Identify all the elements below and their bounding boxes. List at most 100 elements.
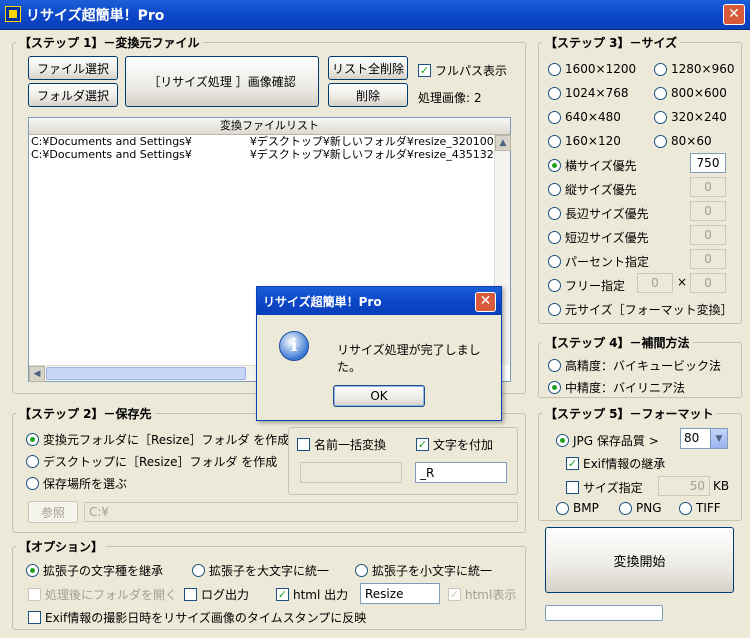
free-width-input[interactable]: 0 xyxy=(637,273,673,293)
save-source-radio[interactable]: 変換元フォルダに［Resize］フォルダ を作成 xyxy=(26,431,289,448)
confirm-images-button[interactable]: ［リサイズ処理 ］画像確認 xyxy=(125,56,319,107)
long-side-radio[interactable]: 長辺サイズ優先 xyxy=(548,205,649,222)
fullpath-checkbox[interactable]: ✓ フルパス表示 xyxy=(418,62,507,79)
chevron-down-icon[interactable]: ▼ xyxy=(710,429,727,448)
rename-checkbox[interactable]: 名前一括変換 xyxy=(297,436,386,453)
list-item[interactable]: C:¥Documents and Settings¥ ¥デスクトップ¥新しいフォル… xyxy=(29,135,510,148)
width-priority-radio[interactable]: 横サイズ優先 xyxy=(548,157,637,174)
preset-640-radio[interactable]: 640×480 xyxy=(548,110,621,124)
bicubic-radio[interactable]: 高精度：バイキュービック法 xyxy=(548,357,721,374)
dialog-ok-button[interactable]: OK xyxy=(333,385,425,407)
radio-icon xyxy=(654,110,667,124)
bmp-radio[interactable]: BMP xyxy=(556,501,599,515)
quality-select[interactable]: 80 ▼ xyxy=(680,428,728,449)
close-button[interactable]: ✕ xyxy=(723,4,745,25)
folder-select-button[interactable]: フォルダ選択 xyxy=(28,83,118,107)
list-item[interactable]: C:¥Documents and Settings¥ ¥デスクトップ¥新しいフォル… xyxy=(29,148,510,161)
radio-icon xyxy=(548,381,561,394)
lower-ext-radio[interactable]: 拡張子を小文字に統一 xyxy=(355,562,492,579)
radio-icon xyxy=(548,134,561,148)
free-times-label: × xyxy=(677,275,688,289)
preset-1024-radio[interactable]: 1024×768 xyxy=(548,86,629,100)
delete-button[interactable]: 削除 xyxy=(328,83,408,107)
preset-160-radio[interactable]: 160×120 xyxy=(548,134,621,148)
dialog-message: リサイズ処理が完了しました。 xyxy=(337,343,481,374)
radio-icon xyxy=(26,564,39,577)
tiff-radio[interactable]: TIFF xyxy=(679,501,721,515)
html-output-checkbox[interactable]: ✓ html 出力 xyxy=(276,586,348,603)
step3-title: 【ステップ 3】－サイズ xyxy=(542,34,681,51)
open-folder-checkbox[interactable]: 処理後にフォルダを開く xyxy=(28,586,177,603)
radio-icon xyxy=(548,207,561,220)
radio-icon xyxy=(548,62,561,76)
step2-title: 【ステップ 2】－保存先 xyxy=(16,405,155,422)
scroll-thumb[interactable] xyxy=(46,367,246,380)
exif-checkbox[interactable]: ✓ Exif情報の継承 xyxy=(566,455,665,472)
append-input[interactable]: _R xyxy=(415,462,507,483)
keep-ext-case-radio[interactable]: 拡張子の文字種を継承 xyxy=(26,562,163,579)
percent-radio[interactable]: パーセント指定 xyxy=(548,253,649,270)
free-height-input[interactable]: 0 xyxy=(690,273,726,293)
jpg-radio[interactable]: JPG 保存品質 > xyxy=(556,432,659,449)
save-desktop-radio[interactable]: デスクトップに［Resize］フォルダ を作成 xyxy=(26,453,277,470)
radio-icon xyxy=(556,501,569,515)
preset-800-radio[interactable]: 800×600 xyxy=(654,86,727,100)
browse-button[interactable]: 参照 xyxy=(28,501,78,523)
preset-1280-radio[interactable]: 1280×960 xyxy=(654,62,735,76)
info-icon: i xyxy=(279,331,309,361)
preset-80-radio[interactable]: 80×60 xyxy=(654,134,712,148)
size-value-input[interactable]: 50 xyxy=(658,476,710,496)
original-size-radio[interactable]: 元サイズ［フォーマット変換］ xyxy=(548,301,733,318)
save-choose-radio[interactable]: 保存場所を選ぶ xyxy=(26,475,127,492)
radio-icon xyxy=(548,110,561,124)
clear-all-button[interactable]: リスト全削除 xyxy=(328,56,408,80)
radio-icon xyxy=(548,255,561,268)
bilinear-radio[interactable]: 中精度：バイリニア法 xyxy=(548,379,685,396)
height-input[interactable]: 0 xyxy=(690,177,726,197)
size-unit-label: KB xyxy=(713,479,730,493)
upper-ext-radio[interactable]: 拡張子を大文字に統一 xyxy=(192,562,329,579)
step4-title: 【ステップ 4】－補間方法 xyxy=(542,334,693,351)
free-radio[interactable]: フリー指定 xyxy=(548,277,625,294)
preset-1600-radio[interactable]: 1600×1200 xyxy=(548,62,636,76)
percent-input[interactable]: 0 xyxy=(690,249,726,269)
dialog-close-button[interactable]: ✕ xyxy=(475,292,496,312)
radio-icon xyxy=(548,359,561,372)
radio-icon xyxy=(548,279,561,292)
radio-icon xyxy=(548,303,561,316)
long-side-input[interactable]: 0 xyxy=(690,201,726,221)
scroll-left-icon[interactable]: ◀ xyxy=(29,366,45,382)
processed-label: 処理画像: xyxy=(418,91,471,105)
size-spec-checkbox[interactable]: サイズ指定 xyxy=(566,479,643,496)
check-icon: ✓ xyxy=(566,457,579,470)
html-view-checkbox[interactable]: ✓ html表示 xyxy=(448,586,516,603)
radio-icon xyxy=(548,183,561,196)
height-priority-radio[interactable]: 縦サイズ優先 xyxy=(548,181,637,198)
html-name-input[interactable]: Resize xyxy=(360,583,440,604)
window-title: リサイズ超簡単！Pro xyxy=(26,8,165,24)
completion-dialog: リサイズ超簡単！Pro ✕ i リサイズ処理が完了しました。 OK xyxy=(256,286,502,421)
file-select-button[interactable]: ファイル選択 xyxy=(28,56,118,80)
fullpath-check-icon: ✓ xyxy=(418,64,431,77)
save-path-input[interactable]: C:¥ xyxy=(84,502,518,522)
width-input[interactable]: 750 xyxy=(690,153,726,173)
check-icon xyxy=(297,438,310,451)
png-radio[interactable]: PNG xyxy=(619,501,662,515)
scroll-up-icon[interactable]: ▲ xyxy=(495,135,511,151)
radio-icon xyxy=(26,455,39,468)
short-side-radio[interactable]: 短辺サイズ優先 xyxy=(548,229,649,246)
preset-320-radio[interactable]: 320×240 xyxy=(654,110,727,124)
rename-input[interactable] xyxy=(300,462,402,483)
radio-icon xyxy=(654,62,667,76)
short-side-input[interactable]: 0 xyxy=(690,225,726,245)
radio-icon xyxy=(26,477,39,490)
radio-icon xyxy=(679,501,692,515)
log-checkbox[interactable]: ログ出力 xyxy=(184,586,249,603)
check-icon: ✓ xyxy=(448,588,461,601)
radio-icon xyxy=(26,433,39,446)
convert-start-button[interactable]: 変換開始 xyxy=(545,527,734,593)
radio-icon xyxy=(654,134,667,148)
file-list-header: 変換ファイルリスト xyxy=(29,118,510,135)
timestamp-checkbox[interactable]: Exif情報の撮影日時をリサイズ画像のタイムスタンプに反映 xyxy=(28,609,366,626)
append-checkbox[interactable]: ✓ 文字を付加 xyxy=(416,436,493,453)
